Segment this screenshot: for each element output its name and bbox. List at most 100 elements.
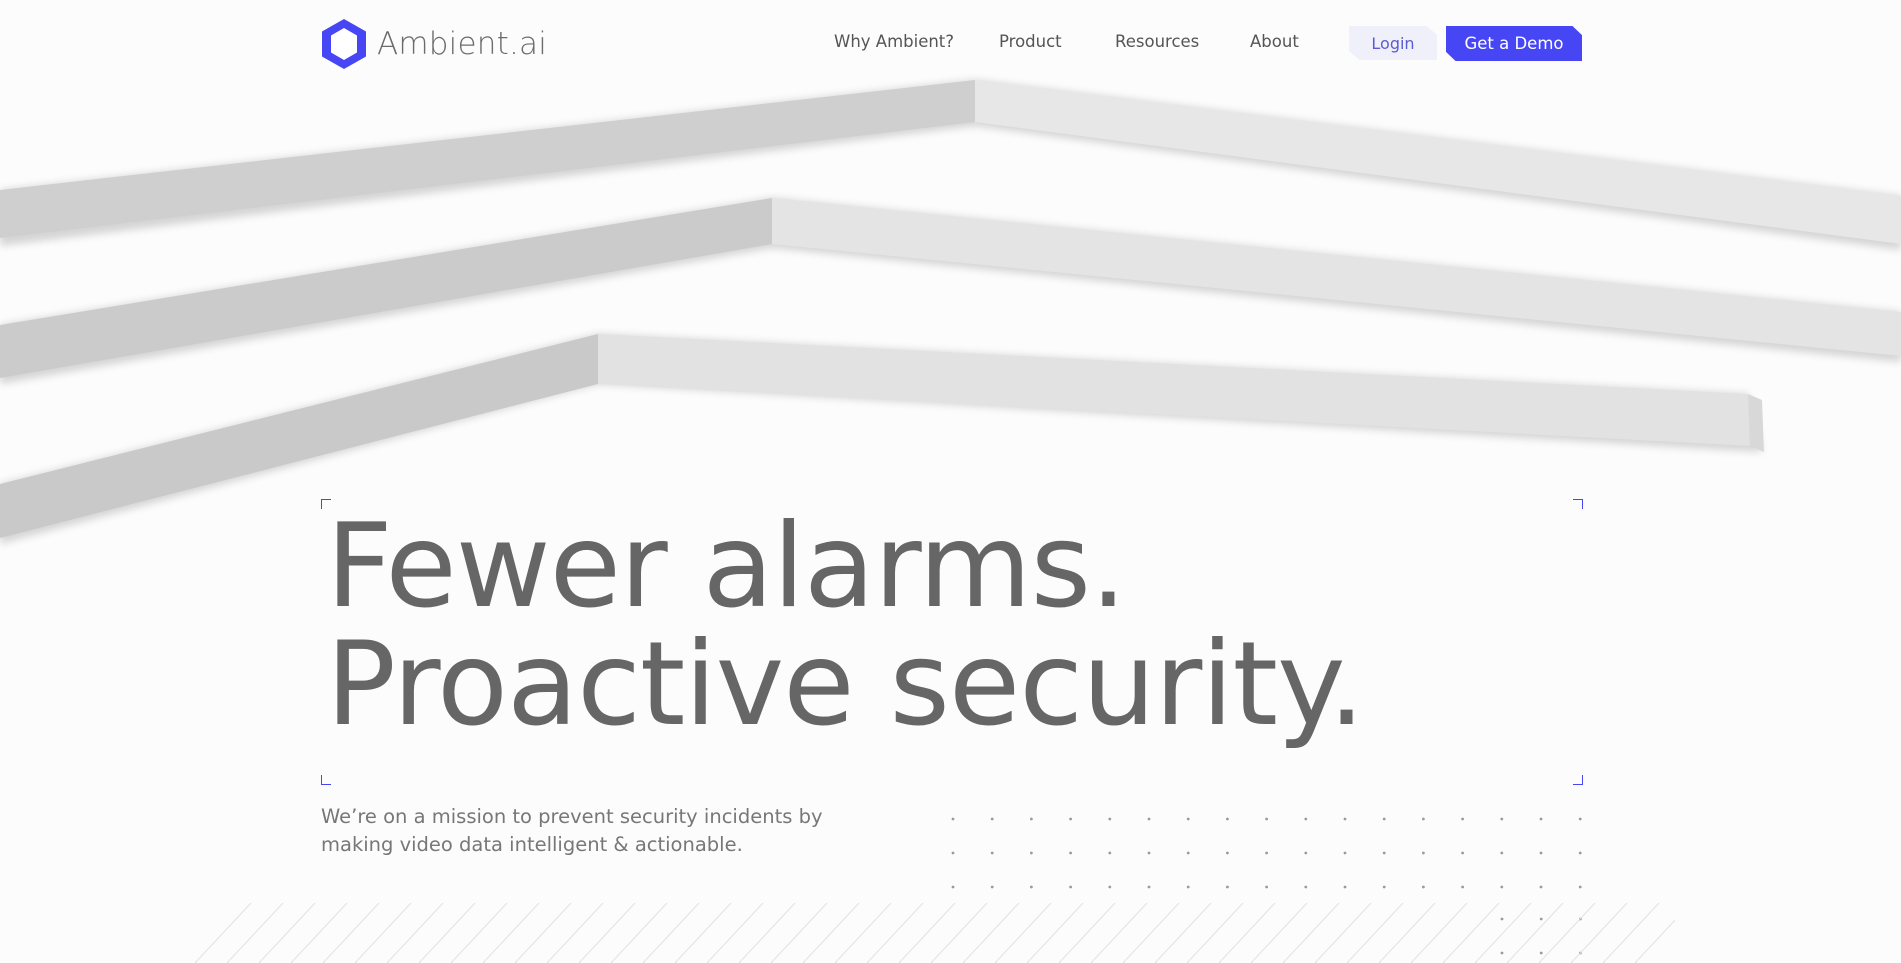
grid-dot [1304,817,1308,821]
hero-subtext: We’re on a mission to prevent security i… [321,805,823,856]
stripe-line [482,903,540,963]
stripe-line [610,903,668,963]
grid-dot [1539,885,1543,889]
grid-dot [1500,851,1504,855]
stripe-line [322,903,380,963]
grid-dot [1539,817,1543,821]
grid-dot [1500,817,1504,821]
grid-dot [1226,817,1229,821]
stripe-line [866,903,924,963]
stripe-line [226,903,284,963]
nav-link-product[interactable]: Product [999,32,1062,51]
grid-dot [1226,885,1229,889]
diagonal-stripe-decoration [195,903,1675,963]
nav-link-why-ambient[interactable]: Why Ambient? [834,32,954,51]
stripe-line [1090,903,1148,963]
stripe-line [450,903,508,963]
frame-corner-bottom-left [321,775,331,785]
grid-dot [1186,851,1190,855]
grid-dot [1108,885,1112,889]
stripe-line [802,903,860,963]
grid-dot [990,817,994,821]
frame-corner-top-right [1573,499,1583,509]
grid-dot [1030,851,1033,855]
stripe-line [1154,903,1212,963]
grid-dot [1226,851,1229,855]
brand-logo[interactable]: Ambient.ai [321,18,547,70]
grid-dot [1343,817,1347,821]
stripe-line [642,903,700,963]
get-a-demo-button[interactable]: Get a Demo [1446,26,1582,61]
grid-dot [1304,885,1308,889]
stripe-line [1058,903,1116,963]
grid-dot [1108,817,1112,821]
grid-dot [1578,817,1582,821]
stripe-line [962,903,1020,963]
stripe-line [258,903,316,963]
stripe-line [1410,903,1468,963]
grid-dot [1461,851,1464,855]
nav-link-resources[interactable]: Resources [1115,32,1199,51]
grid-dot [1343,851,1347,855]
grid-dot [1422,851,1425,855]
grid-dot [1422,885,1425,889]
grid-dot [1578,851,1582,855]
top-navigation: Ambient.ai Why Ambient? Product Resource… [0,0,1901,86]
grid-dot [1461,817,1464,821]
stripe-line [1282,903,1340,963]
stripe-line [1602,903,1660,963]
grid-dot [1108,851,1112,855]
grid-dot [1147,885,1151,889]
grid-dot [990,885,994,889]
hexagon-logo-icon [321,18,367,70]
stripe-line [290,903,348,963]
stripe-line [386,903,444,963]
stripe-line [834,903,892,963]
grid-dot [951,851,955,855]
stripe-line [706,903,764,963]
grid-dot [1382,817,1386,821]
stripe-line [738,903,796,963]
stripe-line [1506,903,1564,963]
grid-dot [1265,851,1268,855]
login-button[interactable]: Login [1349,26,1437,60]
grid-dot [951,885,955,889]
grid-dot [1186,885,1190,889]
stripe-line [418,903,476,963]
stripe-line [1250,903,1308,963]
stripe-line [546,903,604,963]
stripe-line [930,903,988,963]
stripe-line [1570,903,1628,963]
stripe-line [1442,903,1500,963]
grid-dot [1578,885,1582,889]
grid-dot [1069,885,1072,889]
stripe-line [1314,903,1372,963]
stripe-line [770,903,828,963]
stripe-line [514,903,572,963]
hero-headline-line-1: Fewer alarms. [326,499,1127,634]
grid-dot [1422,817,1425,821]
grid-dot [1069,851,1072,855]
stripe-line [1378,903,1436,963]
grid-dot [1147,817,1151,821]
grid-dot [1265,885,1268,889]
grid-dot [1265,817,1268,821]
frame-corner-bottom-right [1573,775,1583,785]
nav-link-about[interactable]: About [1250,32,1299,51]
grid-dot [1539,851,1543,855]
grid-dot [1069,817,1072,821]
stripe-line [1346,903,1404,963]
grid-dot [1304,851,1308,855]
stripe-line [1474,903,1532,963]
grid-dot [951,817,955,821]
grid-dot [1382,851,1386,855]
brand-name: Ambient.ai [377,26,548,62]
grid-dot [1382,885,1386,889]
stripe-line [898,903,956,963]
stripe-line [1122,903,1180,963]
grid-dot [1500,885,1504,889]
stripe-line [354,903,412,963]
stripe-line [578,903,636,963]
stripe-line [1026,903,1084,963]
stripe-line [1538,903,1596,963]
